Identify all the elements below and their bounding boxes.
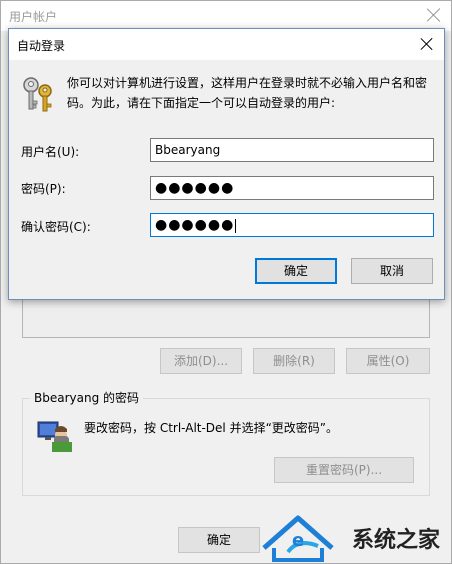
confirm-password-label: 确认密码(C): [21,220,91,234]
properties-button[interactable]: 属性(O) [346,348,430,374]
users-listbox[interactable] [22,296,430,338]
add-user-button[interactable]: 添加(D)... [160,348,242,374]
confirm-password-value: ●●●●●● [155,217,235,233]
remove-user-button[interactable]: 删除(R) [253,348,335,374]
user-accounts-titlebar: 用户帐户 [1,1,451,31]
change-password-info: 要改密码，按 Ctrl-Alt-Del 并选择“更改密码”。 [84,421,339,435]
watermark-logo-icon: e [258,508,350,564]
svg-text:e: e [292,530,304,551]
user-icon [36,420,74,454]
password-value: ●●●●●● [155,180,235,196]
keys-icon [21,75,55,113]
user-accounts-title: 用户帐户 [9,10,58,24]
auto-login-dialog: 自动登录 你可以对计算机进行设置，这样用户在登录时就不必输入用户名和密码。为此，… [8,28,445,300]
username-label: 用户名(U): [21,145,80,159]
auto-login-title: 自动登录 [17,39,66,53]
username-field[interactable]: Bbearyang [150,138,434,162]
password-group-title: Bbearyang 的密码 [30,389,144,406]
ok-button[interactable]: 确定 [255,258,337,284]
close-icon[interactable] [420,37,434,51]
text-caret [235,218,237,233]
watermark-text: 系统之家 [352,528,441,553]
close-icon[interactable] [425,6,443,24]
password-label: 密码(P): [21,182,66,196]
auto-login-description: 你可以对计算机进行设置，这样用户在登录时就不必输入用户名和密码。为此，请在下面指… [67,76,428,110]
cancel-button[interactable]: 取消 [351,258,433,284]
confirm-password-field[interactable]: ●●●●●● [150,213,434,237]
user-accounts-ok-button[interactable]: 确定 [178,527,260,553]
password-field[interactable]: ●●●●●● [150,176,434,200]
reset-password-button[interactable]: 重置密码(P)... [274,457,414,483]
auto-login-titlebar: 自动登录 [9,29,444,60]
